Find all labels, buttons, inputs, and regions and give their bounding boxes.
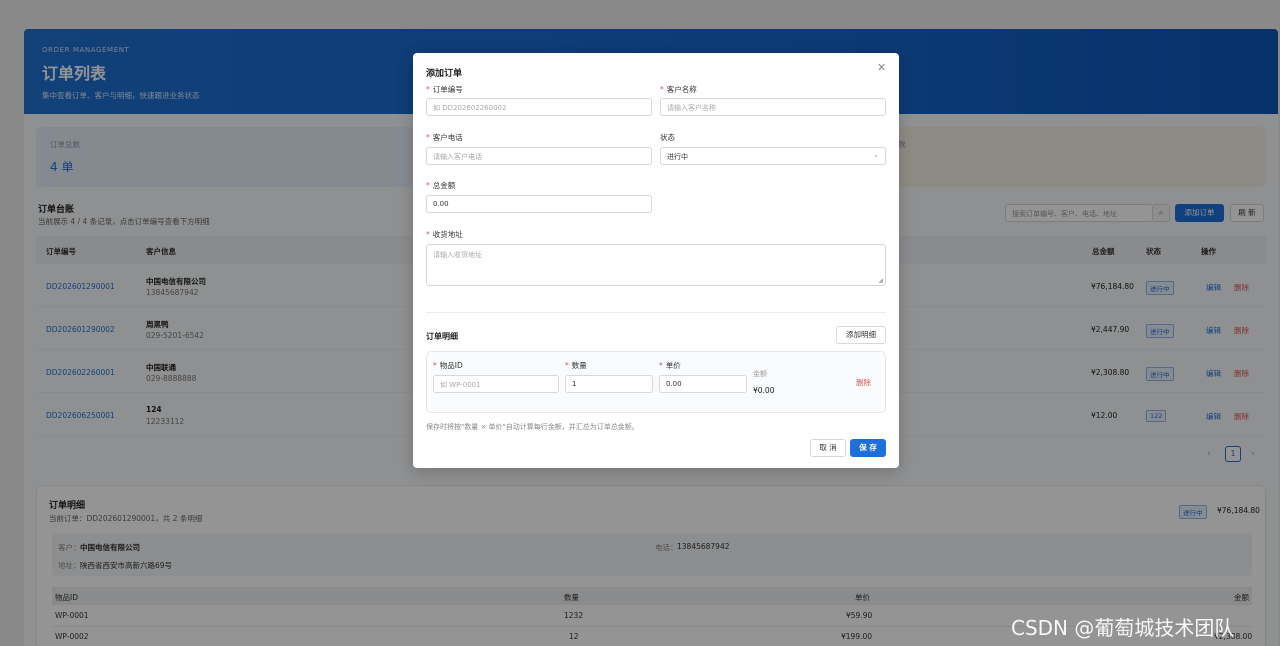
line-amount-label: 金额 (753, 370, 767, 378)
watermark: CSDN @葡萄城技术团队 (1011, 616, 1235, 640)
status-select[interactable]: 进行中 ⌄ (660, 147, 886, 165)
add-order-dialog: 添加订单 ✕ * 订单编号 如 DD202602260002 * 客户名称 请输入客… (413, 53, 899, 468)
total-input[interactable]: 0.00 (426, 195, 652, 213)
item-id-input[interactable]: 如 WP-0001 (433, 375, 559, 393)
price-input[interactable]: 0.00 (659, 375, 747, 393)
address-label: * 收货地址 (426, 230, 463, 239)
price-label: * 单价 (659, 361, 681, 370)
section-divider (426, 312, 886, 313)
calc-hint: 保存时将按"数量 × 单价"自动计算每行金额，并汇总为订单总金额。 (426, 423, 639, 431)
chevron-down-icon: ⌄ (873, 151, 879, 159)
order-no-label: * 订单编号 (426, 85, 463, 94)
qty-input[interactable]: 1 (565, 375, 653, 393)
total-label: * 总金额 (426, 181, 456, 190)
address-textarea[interactable]: 请输入收货地址 ◢ (426, 244, 886, 286)
line-delete-button[interactable]: 删除 (856, 377, 871, 388)
cancel-button[interactable]: 取 消 (810, 439, 846, 457)
status-label: 状态 (660, 133, 675, 142)
lines-section-title: 订单明细 (426, 332, 458, 341)
order-no-input[interactable]: 如 DD202602260002 (426, 98, 652, 116)
customer-name-input[interactable]: 请输入客户名称 (660, 98, 886, 116)
customer-phone-input[interactable]: 请输入客户电话 (426, 147, 652, 165)
dialog-title: 添加订单 (426, 69, 463, 79)
resize-grip-icon[interactable]: ◢ (878, 277, 883, 284)
status-select-value: 进行中 (667, 153, 688, 161)
save-button[interactable]: 保 存 (850, 439, 886, 457)
line-amount-value: ¥0.00 (753, 386, 775, 395)
qty-label: * 数量 (565, 361, 587, 370)
customer-phone-label: * 客户电话 (426, 133, 463, 142)
add-line-button[interactable]: 添加明细 (836, 326, 886, 344)
customer-name-label: * 客户名称 (660, 85, 697, 94)
close-icon[interactable]: ✕ (877, 62, 886, 74)
item-id-label: * 物品ID (433, 361, 463, 370)
address-placeholder: 请输入收货地址 (433, 251, 482, 259)
